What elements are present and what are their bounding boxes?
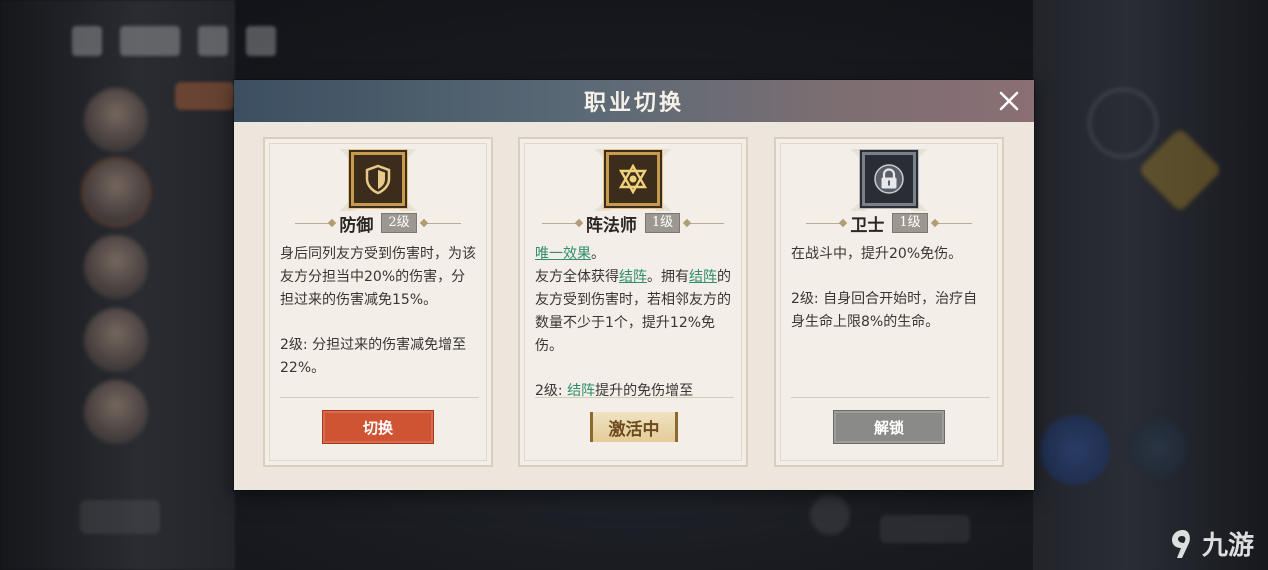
description-text: 。拥有 [647, 269, 689, 285]
divider-line [806, 222, 843, 224]
modal-title: 职业切换 [583, 90, 684, 116]
background-chip [880, 515, 970, 543]
nine-game-logo-icon [1171, 529, 1190, 558]
background-top-icons [72, 26, 276, 56]
background-avatar [84, 88, 148, 152]
shield-icon [351, 152, 405, 206]
background-avatar [84, 235, 148, 299]
lock-icon [862, 152, 916, 206]
background-orb [1040, 415, 1110, 485]
star-of-david-icon [606, 152, 660, 206]
class-card-defense: 防御 2级 身后同列友方受到伤害时，为该友方分担当中20%的伤害，分担过来的伤害… [263, 137, 493, 467]
level-badge: 1级 [892, 213, 928, 233]
class-name: 卫士 [850, 215, 885, 236]
close-button[interactable] [994, 86, 1024, 116]
description-text: 友方全体获得 [535, 269, 619, 285]
level-2-description: 2级: 分担过来的伤害减免增至22%。 [280, 337, 467, 376]
unique-effect-link[interactable]: 唯一效果 [535, 246, 591, 262]
divider-line [424, 222, 461, 224]
description-text: 身后同列友方受到伤害时，为该友方分担当中20%的伤害，分担过来的伤害减免15%。 [280, 246, 476, 308]
watermark-logo: 九游 [1168, 525, 1254, 562]
background-chip [80, 500, 160, 534]
background-avatar [84, 380, 148, 444]
divider-line [791, 397, 990, 398]
level-badge: 2级 [381, 213, 417, 233]
description-text: 在战斗中，提升20%免伤。 [791, 246, 963, 262]
unlock-button[interactable]: 解锁 [833, 410, 945, 444]
watermark-text: 九游 [1201, 531, 1254, 561]
divider-line [535, 397, 734, 398]
divider-line [541, 222, 578, 224]
background-orb [810, 495, 850, 535]
modal-header: 职业切换 [234, 80, 1034, 122]
background-chip [175, 82, 235, 110]
divider-line [280, 397, 479, 398]
class-name: 防御 [339, 215, 374, 236]
class-card-guardian: 卫士 1级 在战斗中，提升20%免伤。 2级: 自身回合开始时，治疗自身生命上限… [774, 137, 1004, 467]
divider-line [688, 222, 725, 224]
class-description: 唯一效果。 友方全体获得结阵。拥有结阵的友方受到伤害时，若相邻友方的数量不少于1… [535, 243, 734, 399]
divider-line [295, 222, 332, 224]
class-name-row: 阵法师 1级 [520, 211, 746, 236]
background-orb [1088, 88, 1158, 158]
close-icon [999, 91, 1019, 111]
class-name-row: 卫士 1级 [776, 211, 1002, 236]
level-badge: 1级 [644, 213, 681, 233]
class-description: 在战斗中，提升20%免伤。 2级: 自身回合开始时，治疗自身生命上限8%的生命。 [791, 243, 990, 399]
divider-line [935, 222, 972, 224]
class-card-formation-master: 阵法师 1级 唯一效果。 友方全体获得结阵。拥有结阵的友方受到伤害时，若相邻友方… [518, 137, 748, 467]
background-avatar [84, 160, 148, 224]
active-status-label: 激活中 [590, 412, 678, 442]
class-name: 阵法师 [585, 215, 637, 236]
background-avatar [84, 308, 148, 372]
background-orb [1128, 418, 1188, 478]
description-text: 友方全体获得结阵。拥有结阵的友方受到伤害时，若相邻友方的数量不少于1个，提升12… [535, 266, 734, 358]
switch-button[interactable]: 切换 [322, 410, 434, 444]
class-name-row: 防御 2级 [265, 211, 491, 236]
formation-link[interactable]: 结阵 [619, 269, 647, 285]
class-switch-modal: 职业切换 防御 2级 身后同列友方受到伤害时，为该友方分担当中20%的伤害，分担… [234, 80, 1034, 490]
active-status-text: 激活中 [608, 419, 660, 440]
level-2-description: 2级: 自身回合开始时，治疗自身生命上限8%的生命。 [791, 291, 978, 330]
unique-effect-line: 唯一效果。 [535, 243, 734, 266]
class-description: 身后同列友方受到伤害时，为该友方分担当中20%的伤害，分担过来的伤害减免15%。… [280, 243, 479, 399]
formation-link[interactable]: 结阵 [689, 269, 717, 285]
description-text: 。 [591, 246, 605, 262]
